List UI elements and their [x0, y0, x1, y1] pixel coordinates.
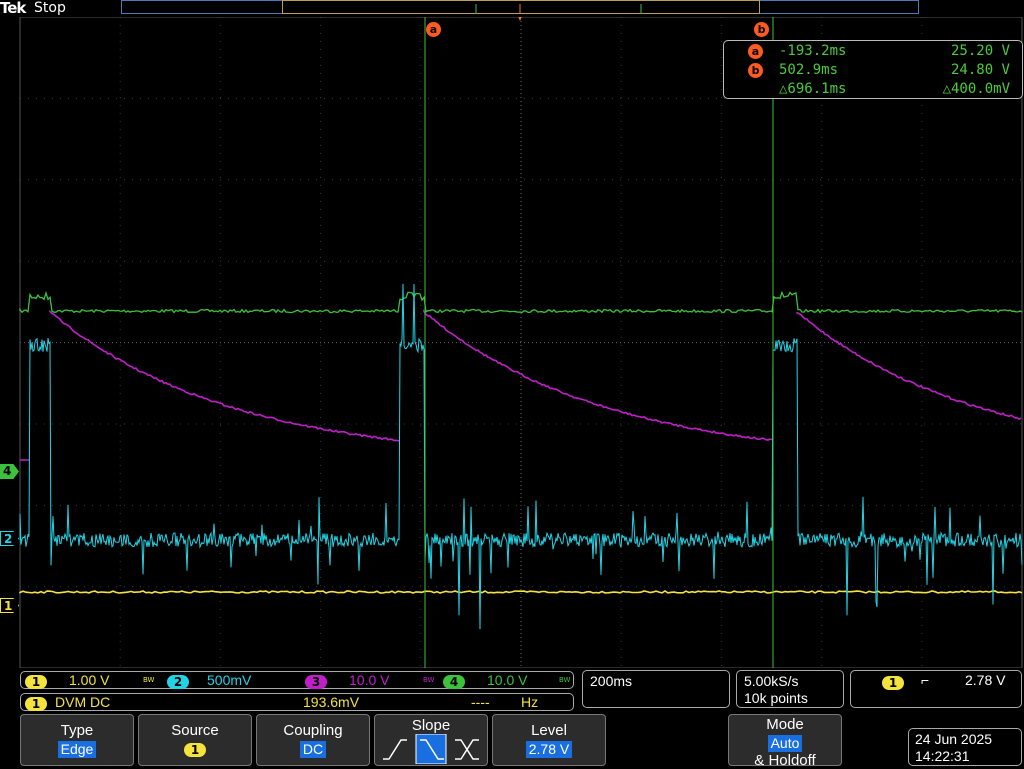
dvm-mode[interactable]: DVM DC: [55, 694, 110, 711]
menu-level-label: Level: [531, 722, 567, 739]
cursor-delta-time: △696.1ms: [779, 81, 847, 97]
time-text: 14:22:31: [915, 748, 970, 764]
ch2-scale[interactable]: 500mV: [207, 672, 251, 689]
trigger-slope-icon: ⌐: [921, 672, 930, 688]
cursor-b-badge-small: b: [748, 63, 763, 78]
slope-options: [383, 734, 479, 764]
trigger-readout-box[interactable]: 1 ⌐ 2.78 V: [850, 670, 1022, 708]
either-slope-icon[interactable]: [455, 739, 479, 760]
menu-source-value: 1: [184, 743, 206, 757]
ch4-chip[interactable]: 4: [443, 675, 465, 689]
ch3-scale[interactable]: 10.0 V: [349, 672, 389, 689]
menu-type-value: Edge: [57, 741, 97, 758]
acquisition-state: Stop: [34, 0, 66, 16]
menu-type-button[interactable]: Type Edge: [20, 714, 134, 766]
rising-slope-icon[interactable]: [383, 739, 407, 760]
timebase-box[interactable]: 200ms: [582, 670, 730, 708]
cursor-a-badge-small: a: [748, 44, 763, 59]
cursor-a-badge[interactable]: a: [426, 22, 441, 37]
menu-coupling-value: DC: [299, 741, 327, 758]
menu-type-label: Type: [60, 722, 94, 739]
datetime-box[interactable]: 24 Jun 2025 14:22:31: [908, 728, 1022, 766]
timebase-scale: 200ms: [590, 673, 633, 689]
ch3-chip[interactable]: 3: [305, 675, 327, 689]
dvm-frequency-unit: Hz: [521, 694, 539, 710]
menu-coupling-button[interactable]: Coupling DC: [256, 714, 370, 766]
ch4-bw-limit: BW: [559, 676, 571, 684]
ch4-scale[interactable]: 10.0 V: [487, 672, 527, 689]
menu-slope-button[interactable]: Slope: [374, 714, 488, 766]
cursor-b-badge[interactable]: b: [754, 22, 769, 37]
dvm-frequency: ----: [471, 694, 490, 710]
menu-slope-label: Slope: [411, 717, 451, 734]
trigger-source-chip: 1: [882, 676, 904, 690]
cursor-a-time: -193.2ms: [779, 43, 847, 59]
waveform-display[interactable]: T: [0, 17, 1024, 668]
ch1-bw-limit: BW: [143, 676, 155, 684]
cursor-delta-value: △400.0mV: [942, 81, 1010, 97]
menu-source-label: Source: [171, 722, 219, 739]
cursor-b-value: 24.80 V: [950, 62, 1010, 78]
dvm-source-chip: 1: [25, 697, 47, 711]
ch1-chip[interactable]: 1: [25, 675, 47, 689]
ch2-chip[interactable]: 2: [167, 675, 189, 689]
ch1-scale[interactable]: 1.00 V: [69, 672, 109, 689]
sample-rate: 5.00kS/s: [744, 673, 799, 689]
menu-mode-holdoff-label: & Holdoff: [754, 752, 816, 769]
menu-mode-label: Mode: [766, 716, 804, 733]
dvm-strip: 1 DVM DC 193.6mV ---- Hz: [20, 693, 574, 711]
channel-scale-strip: 1 1.00 V BW 2 500mV 3 10.0 V BW 4 10.0 V…: [20, 671, 574, 689]
cursor-b-time: 502.9ms: [779, 62, 839, 78]
record-window-ticks: [475, 4, 642, 14]
ch3-bw-limit: BW: [423, 676, 435, 684]
menu-source-button[interactable]: Source 1: [138, 714, 252, 766]
brand-logo: Tek: [0, 0, 26, 17]
cursor-a-value: 25.20 V: [950, 43, 1010, 59]
cursor-readout: a -193.2ms 25.20 V b 502.9ms 24.80 V △69…: [723, 40, 1023, 99]
trigger-position-label: T: [516, 17, 524, 18]
acquisition-box[interactable]: 5.00kS/s 10k points: [736, 670, 844, 708]
record-view-window[interactable]: [282, 0, 760, 14]
record-length: 10k points: [744, 690, 808, 706]
date-text: 24 Jun 2025: [915, 731, 993, 747]
menu-coupling-label: Coupling: [283, 722, 343, 739]
menu-level-value: 2.78 V: [525, 741, 573, 758]
menu-level-button[interactable]: Level 2.78 V: [492, 714, 606, 766]
dvm-value: 193.6mV: [303, 694, 360, 710]
menu-mode-value: Auto: [767, 735, 803, 752]
trigger-level-readout: 2.78 V: [965, 672, 1006, 688]
menu-mode-button[interactable]: Mode Auto & Holdoff: [728, 714, 842, 769]
